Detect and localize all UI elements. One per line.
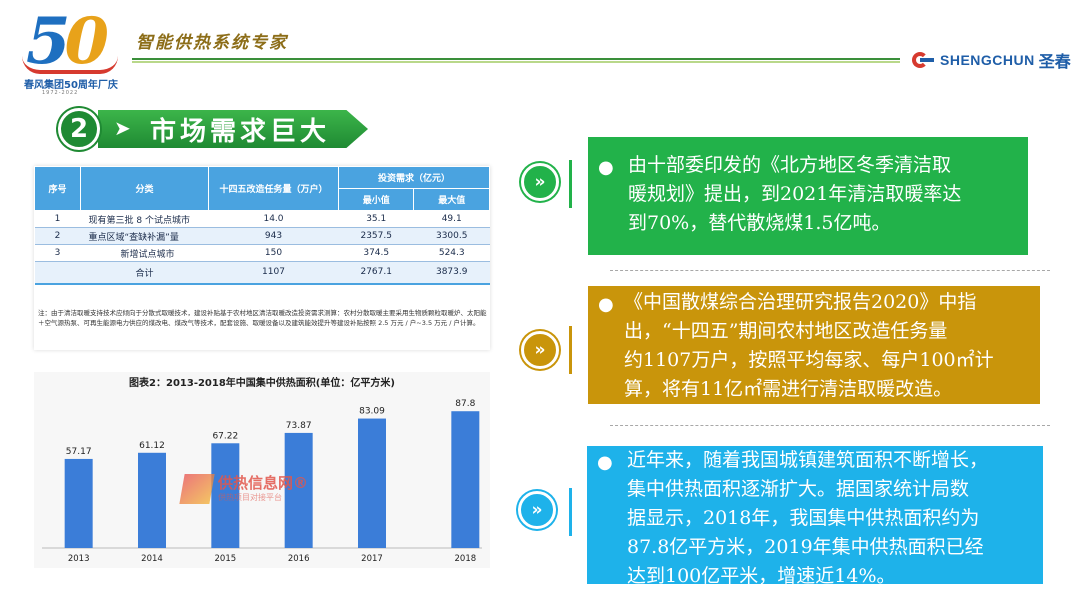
info-panel-2: ● 《中国散煤综合治理研究报告2020》中指 出，“十四五”期间农村地区改造任务… [588,286,1040,404]
watermark-name: 供热信息网® [218,474,309,492]
chart-bar [138,452,166,548]
cell-min: 35.1 [338,210,414,228]
panel-2-text: 《中国散煤综合治理研究报告2020》中指 出，“十四五”期间农村地区改造任务量 … [624,288,994,404]
table-header-index: 序号 [34,166,81,211]
chart-tick-label: 2013 [68,554,90,564]
table-row: 1 现有第三批 8 个试点城市 14.0 35.1 49.1 [34,210,490,228]
panel-3-chevron-icon: » [518,491,556,529]
cell-category: 新增试点城市 [80,244,209,262]
panel-3-line: 87.8亿平方米，2019年集中供热面积已经 [627,536,984,558]
brand-mark-icon [912,50,936,70]
cell-max: 3300.5 [413,227,490,245]
panel-1-text: 由十部委印发的《北方地区冬季清洁取 暖规划》提出，到2021年清洁取暖率达 到7… [628,151,961,238]
separator [610,270,1050,271]
panel-2-line: 出，“十四五”期间农村地区改造任务量 [624,320,948,342]
panel-1-line: 到70%，替代散烧煤1.5亿吨。 [628,212,891,234]
chart-data-label: 57.17 [66,447,92,457]
chart-title: 图表2：2013-2018年中国集中供热面积(单位：亿平方米) [129,378,395,389]
brand-name-en: SHENGCHUN [940,52,1035,68]
table-header-invest: 投资需求（亿元） [338,166,490,189]
panel-2-chevron-icon: » [521,331,559,369]
cell-total-label: 合计 [80,261,209,285]
cell-min: 2357.5 [338,227,414,245]
panel-2-line: 约1107万户，按照平均每家、每户100㎡计 [624,349,994,371]
panel-1-chevron-icon: » [521,163,559,201]
table-note: 注：由于清洁取暖支持技术应倾向于分散式取暖技术，建设补贴基于农村地区清洁取暖改造… [38,309,487,327]
cell-total-task: 1107 [208,261,339,285]
cell-category: 现有第三批 8 个试点城市 [80,210,209,228]
slogan: 智能供热系统专家 [136,33,288,53]
cell-min: 374.5 [338,244,414,262]
panel-3-line: 达到100亿平米，增速近14%。 [627,565,896,587]
chart-tick-label: 2018 [455,554,477,564]
cell-task: 150 [208,244,339,262]
chart-tick-label: 2014 [141,554,163,564]
chart-data-label: 73.87 [286,421,312,431]
table-header-max: 最大值 [413,188,490,211]
table-row: 3 新增试点城市 150 374.5 524.3 [34,244,490,262]
table-row: 2 重点区域“查缺补漏”量 943 2357.5 3300.5 [34,227,490,245]
panel-2-line: 《中国散煤综合治理研究报告2020》中指 [624,291,977,313]
panel-3-text: 近年来，随着我国城镇建筑面积不断增长， 集中供热面积逐渐扩大。据国家统计局数 据… [627,446,988,591]
section-title-text: 市场需求巨大 [150,117,331,147]
chart-data-label: 83.09 [359,407,385,417]
logo-caption: 春风集团50周年厂庆 [24,80,118,91]
cell-index: 2 [34,227,81,245]
watermark: 供热信息网® 供热项目对接平台 [179,470,352,510]
table-header-task: 十四五改造任务量（万户） [208,166,339,211]
section-number: 2 [58,108,100,150]
cell-index: 1 [34,210,81,228]
panel-2-line: 算，将有11亿㎡需进行清洁取暖改造。 [624,378,953,400]
table-header-category: 分类 [80,166,209,211]
panel-1-line: 暖规划》提出，到2021年清洁取暖率达 [628,183,962,205]
chart-bar [451,411,480,548]
section-title: 2 ➤ 市场需求巨大 [58,108,373,150]
cell-max: 49.1 [413,210,490,228]
chart-tick-label: 2015 [215,554,237,564]
chart-data-label: 67.22 [212,431,238,441]
watermark-logo-icon [179,474,215,504]
panel-1-line: 由十部委印发的《北方地区冬季清洁取 [628,154,952,176]
chart-data-label: 87.8 [455,399,475,409]
cell-total-max: 3873.9 [413,261,490,285]
logo-years: 1972-2022 [42,90,79,96]
chart-tick-label: 2016 [288,554,310,564]
panel-2-accent-bar [569,326,572,374]
panel-3-line: 据显示，2018年，我国集中供热面积约为 [627,507,980,529]
bullet-icon: ● [597,452,613,473]
chart-bar [358,418,386,548]
investment-table: 序号 分类 十四五改造任务量（万户） 投资需求（亿元） 最小值 最大值 1 现有… [34,166,490,285]
logo-swoosh [22,56,118,74]
cell-task: 14.0 [208,210,339,228]
anniversary-logo: 50 春风集团50周年厂庆 1972-2022 [22,4,122,98]
table-header-min: 最小值 [337,188,415,211]
investment-table-image: 序号 分类 十四五改造任务量（万户） 投资需求（亿元） 最小值 最大值 1 现有… [34,166,490,350]
bullet-icon: ● [598,157,614,178]
panel-3-line: 集中供热面积逐渐扩大。据国家统计局数 [627,478,970,500]
chart-bar [64,458,93,548]
panel-1-accent-bar [569,160,572,208]
cell-index: 3 [34,244,81,262]
chart-data-label: 61.12 [139,441,165,451]
brand-logo: SHENGCHUN 圣春 [912,48,1071,72]
info-panel-3: ● 近年来，随着我国城镇建筑面积不断增长， 集中供热面积逐渐扩大。据国家统计局数… [587,446,1043,587]
separator [610,425,1050,426]
info-panel-1: ● 由十部委印发的《北方地区冬季清洁取 暖规划》提出，到2021年清洁取暖率达 … [588,137,1028,255]
cell-task: 943 [208,227,339,245]
arrow-right-icon: ➤ [114,116,131,140]
panel-3-line: 近年来，随着我国城镇建筑面积不断增长， [627,449,989,471]
cell-category: 重点区域“查缺补漏”量 [80,227,209,245]
cell-total-min: 2767.1 [338,261,414,285]
watermark-sub: 供热项目对接平台 [218,493,282,502]
header-divider [132,58,900,64]
cell-max: 524.3 [413,244,490,262]
brand-name-cn: 圣春 [1038,52,1071,71]
chart-tick-label: 2017 [361,554,383,564]
bullet-icon: ● [598,294,614,315]
table-total-row: 合计 1107 2767.1 3873.9 [34,261,490,285]
panel-3-accent-bar [569,488,572,536]
heating-area-chart: 57.17 2013 61.12 2014 67.22 2015 73.87 2016 83.0… [34,372,490,568]
